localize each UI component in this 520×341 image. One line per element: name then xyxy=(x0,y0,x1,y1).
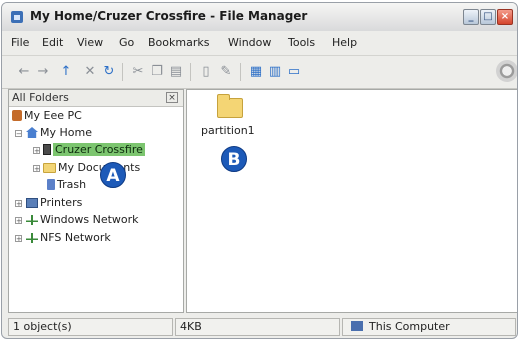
new-file-icon[interactable]: ▯ xyxy=(198,64,214,80)
paste-icon[interactable]: ▤ xyxy=(168,64,184,80)
copy-icon[interactable]: ❐ xyxy=(149,64,165,80)
tree-item-cruzer-crossfire[interactable]: Cruzer Crossfire xyxy=(43,143,145,159)
toolbar-separator xyxy=(240,63,241,81)
menu-help[interactable]: Help xyxy=(332,36,357,49)
tree-expander-my-home[interactable]: − xyxy=(15,130,22,138)
tree-item-my-home[interactable]: My Home xyxy=(26,126,92,142)
home-icon xyxy=(26,127,38,138)
menu-bookmarks[interactable]: Bookmarks xyxy=(148,36,209,49)
menu-view[interactable]: View xyxy=(77,36,103,49)
folder-tree-pane: All Folders × My Eee PC − My Home + Cruz… xyxy=(8,89,184,313)
tree-item-label: Cruzer Crossfire xyxy=(53,143,145,156)
tree-expander-my-documents[interactable]: + xyxy=(33,165,40,173)
stop-icon[interactable]: ✕ xyxy=(82,64,98,80)
folder-tree-header: All Folders × xyxy=(9,90,183,107)
tree-item-label: My Home xyxy=(40,126,92,139)
tree-expander-windows-network[interactable]: + xyxy=(15,217,22,225)
file-item-label: partition1 xyxy=(201,124,255,137)
usb-drive-icon xyxy=(43,144,51,155)
callout-a-badge: A xyxy=(100,162,126,188)
menu-go[interactable]: Go xyxy=(119,36,134,49)
file-view-pane: partition1 B xyxy=(186,89,517,313)
tree-item-label: Printers xyxy=(40,196,83,209)
up-arrow-icon[interactable]: ↑ xyxy=(58,64,74,80)
toolbar: ← → ↑ ✕ ↻ ✂ ❐ ▤ ▯ ✎ ▦ ▥ ▭ xyxy=(2,55,517,89)
status-object-count: 1 object(s) xyxy=(8,318,173,336)
menu-bar: File Edit View Go Bookmarks Window Tools… xyxy=(2,33,517,53)
tree-item-label: My Documents xyxy=(58,161,141,174)
tree-item-trash[interactable]: Trash xyxy=(47,178,86,194)
close-button[interactable]: × xyxy=(497,9,513,25)
tree-expander-printers[interactable]: + xyxy=(15,200,22,208)
file-item-partition1[interactable]: partition1 xyxy=(187,90,277,146)
pc-icon xyxy=(12,110,22,121)
folder-tree-title: All Folders xyxy=(12,91,69,104)
tree-item-my-eee-pc[interactable]: My Eee PC xyxy=(12,109,82,125)
status-location: This Computer xyxy=(342,318,516,336)
activity-throbber-icon xyxy=(496,60,517,82)
tree-expander-cruzer-crossfire[interactable]: + xyxy=(33,147,40,155)
network-icon xyxy=(26,233,38,243)
close-pane-button[interactable]: × xyxy=(166,92,178,103)
minimize-button[interactable]: _ xyxy=(463,9,479,25)
status-location-label: This Computer xyxy=(369,320,450,333)
maximize-button[interactable]: □ xyxy=(480,9,496,25)
menu-file[interactable]: File xyxy=(11,36,29,49)
file-manager-window: My Home/Cruzer Crossfire - File Manager … xyxy=(1,2,518,339)
trash-icon xyxy=(47,179,55,190)
tree-item-label: Windows Network xyxy=(40,213,139,226)
tree-item-printers[interactable]: Printers xyxy=(26,196,82,212)
folder-icon xyxy=(217,94,243,118)
callout-b-badge: B xyxy=(221,146,247,172)
menu-window[interactable]: Window xyxy=(228,36,271,49)
properties-icon[interactable]: ✎ xyxy=(218,64,234,80)
title-bar[interactable]: My Home/Cruzer Crossfire - File Manager … xyxy=(2,3,517,31)
folder-icon xyxy=(43,163,56,173)
network-icon xyxy=(26,215,38,225)
cut-icon[interactable]: ✂ xyxy=(130,64,146,80)
icon-view-icon[interactable]: ▦ xyxy=(248,64,264,80)
tree-item-nfs-network[interactable]: NFS Network xyxy=(26,231,111,247)
toolbar-separator xyxy=(122,63,123,81)
status-size: 4KB xyxy=(175,318,340,336)
menu-edit[interactable]: Edit xyxy=(42,36,63,49)
tree-item-label: My Eee PC xyxy=(24,109,82,122)
compact-view-icon[interactable]: ▭ xyxy=(286,64,302,80)
menu-tools[interactable]: Tools xyxy=(288,36,315,49)
tree-item-windows-network[interactable]: Windows Network xyxy=(26,213,139,229)
back-arrow-icon[interactable]: ← xyxy=(16,64,32,80)
toolbar-separator xyxy=(190,63,191,81)
forward-arrow-icon[interactable]: → xyxy=(35,64,51,80)
list-view-icon[interactable]: ▥ xyxy=(267,64,283,80)
tree-item-label: NFS Network xyxy=(40,231,111,244)
tree-expander-nfs-network[interactable]: + xyxy=(15,235,22,243)
tree-item-label: Trash xyxy=(57,178,87,191)
printer-icon xyxy=(26,198,38,208)
window-title: My Home/Cruzer Crossfire - File Manager xyxy=(30,9,308,23)
computer-icon xyxy=(351,321,363,331)
app-icon xyxy=(11,11,23,23)
reload-icon[interactable]: ↻ xyxy=(101,64,117,80)
status-bar: 1 object(s) 4KB This Computer xyxy=(8,317,517,337)
